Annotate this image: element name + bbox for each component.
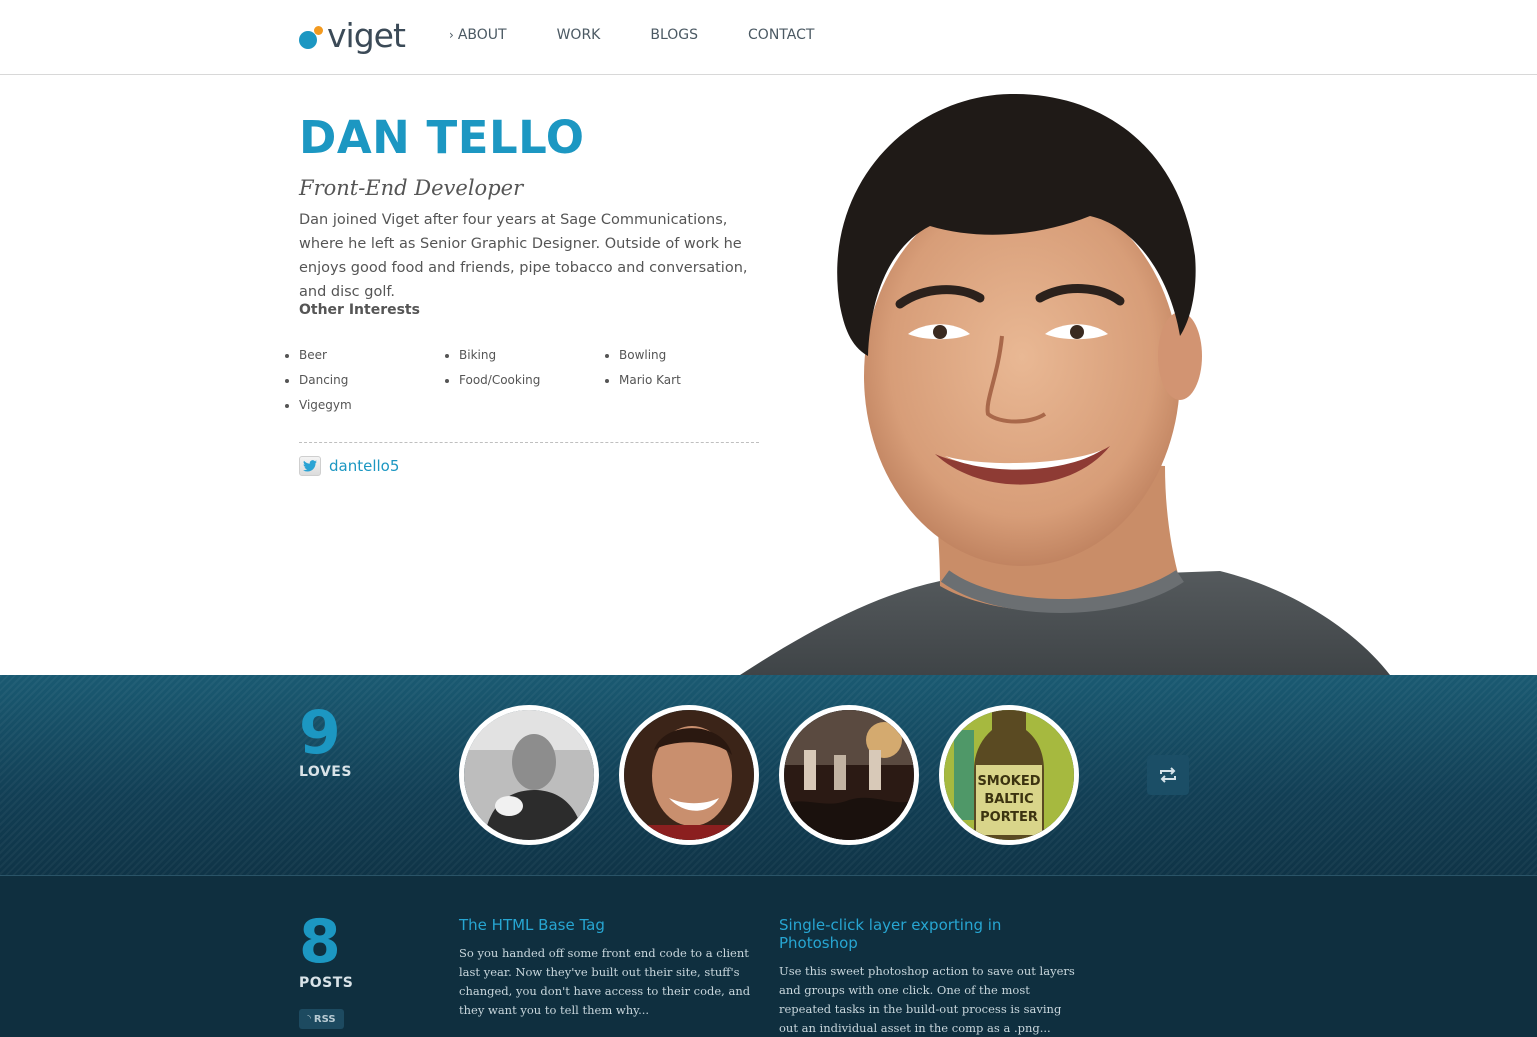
loves-count: 9	[299, 698, 341, 768]
post-card: The HTML Base Tag So you handed off some…	[459, 916, 759, 1020]
logo-text: viget	[327, 16, 406, 55]
interests-heading: Other Interests	[299, 302, 420, 318]
main-nav: › ABOUT WORK BLOGS CONTACT	[449, 26, 864, 44]
love-item-smoked-baltic-porter-bottle-photo[interactable]: SMOKED BALTIC PORTER	[939, 705, 1079, 845]
viget-logo[interactable]: viget	[299, 16, 406, 55]
logo-dots-icon	[299, 23, 325, 49]
twitter-icon	[299, 456, 321, 476]
profile-photo	[740, 93, 1390, 675]
profile-hero: DAN TELLO Front-End Developer Dan joined…	[0, 76, 1537, 675]
interest-item: Biking	[445, 346, 619, 365]
love-item-man-with-pipe-photo[interactable]	[459, 705, 599, 845]
svg-text:BALTIC: BALTIC	[984, 792, 1033, 807]
profile-role: Front-End Developer	[299, 176, 524, 200]
profile-name: DAN TELLO	[299, 111, 585, 164]
profile-bio: Dan joined Viget after four years at Sag…	[299, 212, 748, 300]
chevron-right-icon: ›	[449, 28, 454, 42]
post-excerpt: So you handed off some front end code to…	[459, 946, 751, 1017]
post-title-link[interactable]: The HTML Base Tag	[459, 916, 759, 934]
nav-work[interactable]: WORK	[557, 26, 601, 44]
rss-button[interactable]: ◝ RSS	[299, 1009, 344, 1029]
interest-item: Food/Cooking	[445, 371, 619, 390]
svg-text:PORTER: PORTER	[980, 810, 1038, 825]
svg-text:SMOKED: SMOKED	[977, 774, 1040, 789]
nav-about[interactable]: › ABOUT	[449, 26, 507, 44]
dashed-divider	[299, 442, 759, 443]
twitter-link[interactable]: dantello5	[299, 456, 399, 476]
interest-item: Beer	[285, 346, 459, 365]
site-header: viget › ABOUT WORK BLOGS CONTACT	[0, 0, 1537, 75]
post-excerpt: Use this sweet photoshop action to save …	[779, 964, 1075, 1035]
posts-label: POSTS	[299, 975, 354, 991]
nav-blogs[interactable]: BLOGS	[650, 26, 698, 44]
love-item-smiling-woman-photo[interactable]	[619, 705, 759, 845]
rss-label: RSS	[313, 1013, 336, 1025]
nav-about-label: ABOUT	[457, 27, 507, 43]
twitter-handle: dantello5	[329, 457, 400, 475]
interest-item: Vigegym	[285, 396, 459, 415]
loves-label: LOVES	[299, 764, 352, 780]
rss-icon: ◝	[307, 1014, 311, 1024]
post-card: Single-click layer exporting in Photosho…	[779, 916, 1079, 1037]
interest-item: Dancing	[285, 371, 459, 390]
love-item-concert-stage-photo[interactable]	[779, 705, 919, 845]
repeat-icon	[1160, 767, 1176, 783]
posts-count: 8	[299, 907, 341, 977]
shuffle-loves-button[interactable]	[1147, 755, 1189, 795]
interests-list: Beer Biking Bowling Dancing Food/Cooking…	[285, 346, 779, 415]
loves-section: 9 LOVES SMOKED BALTIC PORTER	[0, 675, 1537, 875]
post-title-link[interactable]: Single-click layer exporting in Photosho…	[779, 916, 1079, 952]
nav-contact[interactable]: CONTACT	[748, 26, 814, 44]
posts-section: 8 POSTS ◝ RSS The HTML Base Tag So you h…	[0, 875, 1537, 1037]
